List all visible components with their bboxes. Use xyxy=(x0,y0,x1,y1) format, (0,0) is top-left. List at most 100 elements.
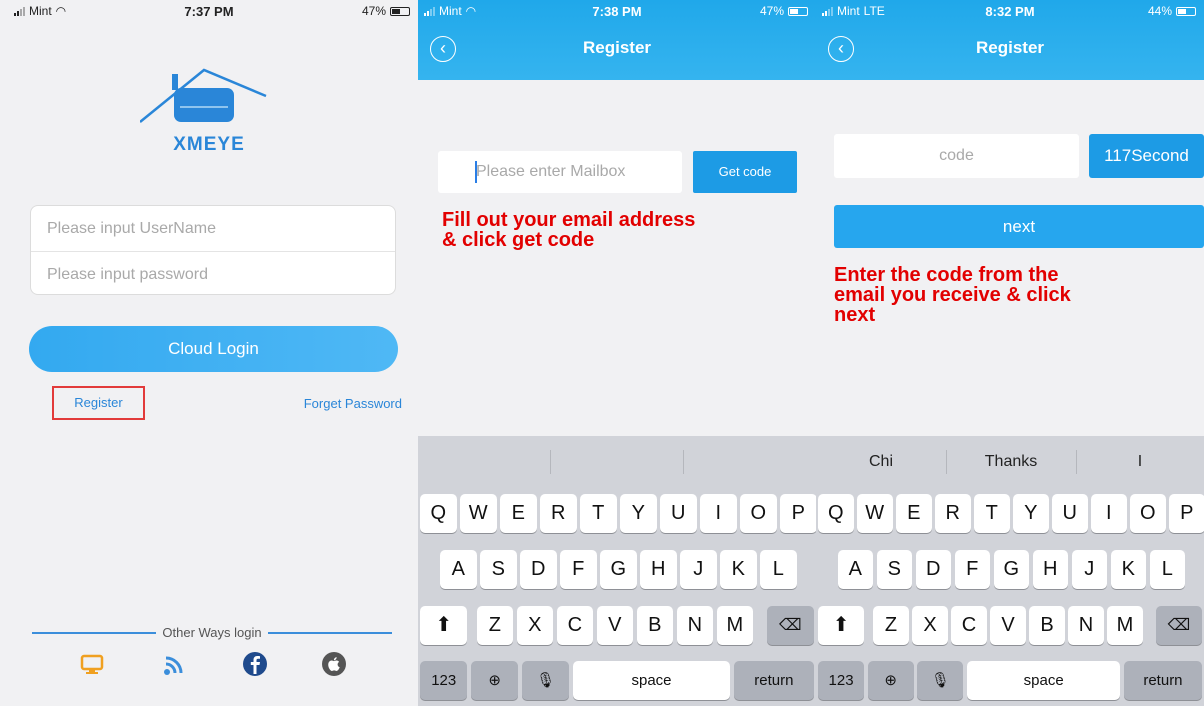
nav-bar: Mint ◠ 7:38 PM 47% ‹ Register xyxy=(418,0,816,80)
status-bar: Mint ◠ 7:38 PM 47% xyxy=(418,0,816,22)
suggestion-1[interactable]: Chi xyxy=(816,436,946,488)
key-z[interactable]: Z xyxy=(873,606,909,645)
key-k[interactable]: K xyxy=(1110,550,1146,589)
register-code-screen: Mint LTE 8:32 PM 44% ‹ Register code 117S… xyxy=(816,0,1204,706)
key-w[interactable]: W xyxy=(460,494,497,533)
key-q[interactable]: Q xyxy=(818,494,854,533)
key-l[interactable]: L xyxy=(760,550,797,589)
microphone-icon[interactable]: 🎙 xyxy=(917,661,964,700)
status-bar: Mint LTE 8:32 PM 44% xyxy=(816,0,1204,22)
key-k[interactable]: K xyxy=(720,550,757,589)
suggestion-2[interactable]: Thanks xyxy=(946,436,1076,488)
key-h[interactable]: H xyxy=(1032,550,1068,589)
key-f[interactable]: F xyxy=(560,550,597,589)
suggestion-3[interactable]: I xyxy=(1076,436,1204,488)
globe-icon[interactable]: ⊕ xyxy=(470,661,519,700)
status-time: 7:38 PM xyxy=(592,3,642,19)
key-j[interactable]: J xyxy=(680,550,717,589)
key-m[interactable]: M xyxy=(1107,606,1143,645)
key-v[interactable]: V xyxy=(990,606,1026,645)
numbers-key[interactable]: 123 xyxy=(420,661,468,700)
key-t[interactable]: T xyxy=(580,494,617,533)
key-z[interactable]: Z xyxy=(476,606,514,645)
key-n[interactable]: N xyxy=(1068,606,1104,645)
key-g[interactable]: G xyxy=(993,550,1029,589)
instruction-line-2: email you receive & click xyxy=(834,284,1071,306)
key-r[interactable]: R xyxy=(935,494,971,533)
key-y[interactable]: Y xyxy=(1013,494,1049,533)
shift-key[interactable]: ⬆ xyxy=(420,606,468,645)
instruction-line-2: & click get code xyxy=(442,229,595,251)
backspace-key[interactable]: ⌫ xyxy=(1155,606,1202,645)
key-u[interactable]: U xyxy=(1052,494,1088,533)
return-key[interactable]: return xyxy=(733,661,814,700)
return-key[interactable]: return xyxy=(1123,661,1202,700)
key-u[interactable]: U xyxy=(660,494,697,533)
key-l[interactable]: L xyxy=(1149,550,1185,589)
page-title: Register xyxy=(975,38,1045,57)
wifi-icon[interactable] xyxy=(160,650,188,678)
key-v[interactable]: V xyxy=(596,606,634,645)
register-email-screen: Mint ◠ 7:38 PM 47% ‹ Register Please ente… xyxy=(418,0,816,706)
key-y[interactable]: Y xyxy=(620,494,657,533)
code-input[interactable]: code xyxy=(834,134,1079,178)
key-p[interactable]: P xyxy=(780,494,816,533)
next-button[interactable]: next xyxy=(834,205,1204,248)
login-form: Please input UserName Please input passw… xyxy=(30,205,396,295)
key-d[interactable]: D xyxy=(915,550,951,589)
suggestion-bar xyxy=(418,436,816,488)
globe-icon[interactable]: ⊕ xyxy=(867,661,914,700)
microphone-icon[interactable]: 🎙 xyxy=(521,661,570,700)
key-s[interactable]: S xyxy=(480,550,517,589)
key-d[interactable]: D xyxy=(520,550,557,589)
key-w[interactable]: W xyxy=(857,494,893,533)
instruction-line-3: next xyxy=(834,304,876,326)
cloud-login-button[interactable]: Cloud Login xyxy=(29,326,398,372)
keyboard: Q W E R T Y U I O P A S D F G H J K L ⬆ Z X C V B N M ⌫ 123 ⊕ 🎙 space re… xyxy=(418,436,816,706)
instruction-line-1: Enter the code from the xyxy=(834,264,1059,286)
other-login-icons xyxy=(0,650,418,682)
facebook-icon[interactable] xyxy=(241,650,269,678)
backspace-key[interactable]: ⌫ xyxy=(766,606,814,645)
register-link[interactable]: Register xyxy=(52,386,145,420)
key-s[interactable]: S xyxy=(876,550,912,589)
key-q[interactable]: Q xyxy=(420,494,457,533)
username-input[interactable]: Please input UserName xyxy=(31,206,395,251)
space-key[interactable]: space xyxy=(572,661,731,700)
key-m[interactable]: M xyxy=(716,606,754,645)
key-b[interactable]: B xyxy=(636,606,674,645)
key-o[interactable]: O xyxy=(1130,494,1166,533)
key-e[interactable]: E xyxy=(500,494,537,533)
key-f[interactable]: F xyxy=(954,550,990,589)
key-n[interactable]: N xyxy=(676,606,714,645)
key-b[interactable]: B xyxy=(1029,606,1065,645)
password-input[interactable]: Please input password xyxy=(31,251,395,296)
key-i[interactable]: I xyxy=(1091,494,1127,533)
key-x[interactable]: X xyxy=(912,606,948,645)
key-e[interactable]: E xyxy=(896,494,932,533)
key-h[interactable]: H xyxy=(640,550,677,589)
logo-text: XMEYE xyxy=(173,134,245,155)
key-j[interactable]: J xyxy=(1071,550,1107,589)
forget-password-link[interactable]: Forget Password xyxy=(304,396,402,411)
key-a[interactable]: A xyxy=(440,550,477,589)
apple-icon[interactable] xyxy=(320,650,348,678)
key-a[interactable]: A xyxy=(837,550,873,589)
get-code-button[interactable]: Get code xyxy=(693,151,797,193)
key-t[interactable]: T xyxy=(974,494,1010,533)
key-x[interactable]: X xyxy=(516,606,554,645)
key-p[interactable]: P xyxy=(1169,494,1204,533)
numbers-key[interactable]: 123 xyxy=(818,661,865,700)
key-o[interactable]: O xyxy=(740,494,777,533)
key-c[interactable]: C xyxy=(556,606,594,645)
keyboard: Chi Thanks I Q W E R T Y U I O P A S D F G H J K L ⬆ Z X C V B N M… xyxy=(816,436,1204,706)
space-key[interactable]: space xyxy=(966,661,1121,700)
monitor-icon[interactable] xyxy=(78,650,106,678)
key-g[interactable]: G xyxy=(600,550,637,589)
key-i[interactable]: I xyxy=(700,494,737,533)
shift-key[interactable]: ⬆ xyxy=(818,606,865,645)
battery-icon xyxy=(1176,6,1196,16)
key-r[interactable]: R xyxy=(540,494,577,533)
key-c[interactable]: C xyxy=(951,606,987,645)
battery-percent: 44% xyxy=(1147,4,1172,18)
